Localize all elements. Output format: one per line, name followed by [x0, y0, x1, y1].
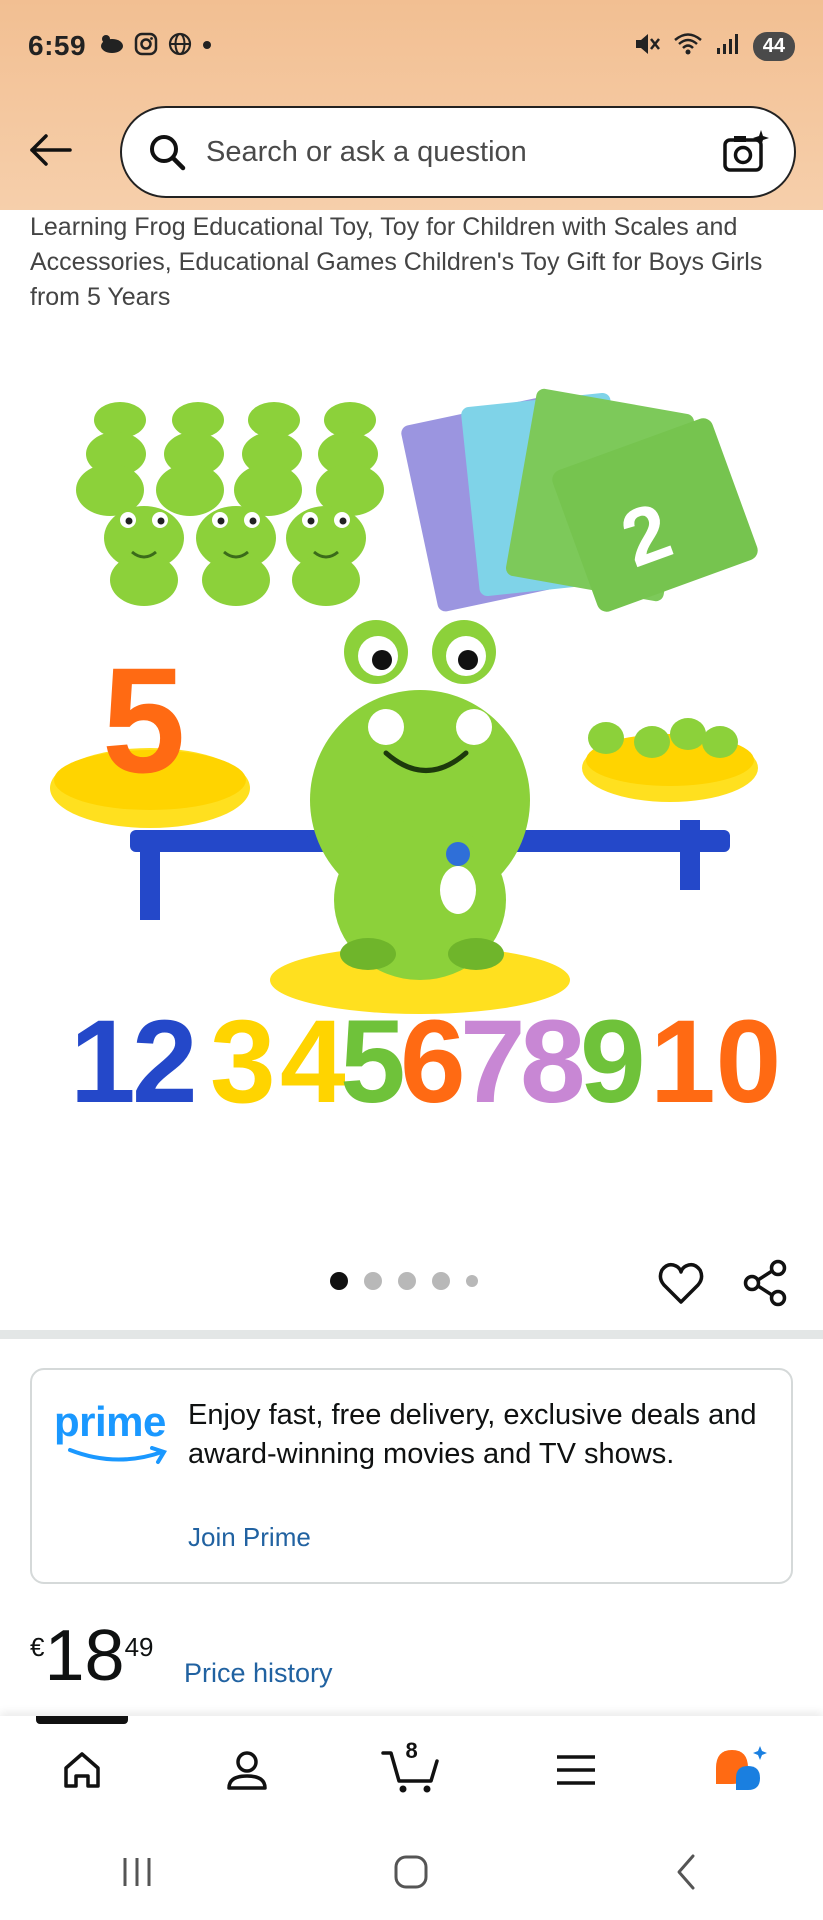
image-number-4: 4 — [280, 996, 346, 1128]
nav-menu[interactable] — [536, 1730, 616, 1810]
carousel-dot-3[interactable] — [398, 1272, 416, 1290]
home-icon — [64, 1752, 101, 1788]
prime-logo-text: prime — [54, 1398, 166, 1445]
person-icon — [227, 1751, 267, 1790]
cloud-notification-icon — [98, 33, 124, 60]
scale-number-text: 5 — [102, 636, 185, 804]
search-row — [0, 100, 823, 200]
price-fraction: 49 — [124, 1632, 154, 1662]
image-number-5: 5 — [340, 996, 406, 1128]
hamburger-menu-icon — [557, 1755, 596, 1785]
home-square-icon — [394, 1855, 428, 1889]
price: € 18 49 — [30, 1620, 153, 1692]
carousel-dot-4[interactable] — [432, 1272, 450, 1290]
recent-apps-button[interactable] — [102, 1837, 172, 1907]
price-history-link[interactable]: Price history — [184, 1658, 333, 1689]
more-notifications-dot-icon — [202, 37, 212, 55]
nav-cart[interactable]: 8 — [371, 1730, 451, 1810]
carousel-dot-1[interactable] — [330, 1272, 348, 1290]
prime-promo-card[interactable]: prime Enjoy fast, free delivery, exclusi… — [30, 1368, 793, 1584]
cart-count-badge: 8 — [405, 1738, 418, 1763]
carousel-dot-5[interactable] — [466, 1275, 478, 1287]
system-navigation-bar — [0, 1824, 823, 1920]
carousel-dot-2[interactable] — [364, 1272, 382, 1290]
product-title[interactable]: Learning Frog Educational Toy, Toy for C… — [30, 210, 790, 315]
bottom-navigation: 8 — [0, 1716, 823, 1824]
instagram-icon — [134, 32, 158, 61]
camera-sparkle-icon — [723, 130, 769, 172]
search-icon — [144, 129, 190, 175]
globe-icon — [168, 32, 192, 61]
back-system-button[interactable] — [651, 1837, 721, 1907]
price-whole: 18 — [44, 1616, 125, 1696]
image-number-10: 10 — [650, 996, 781, 1128]
share-icon — [743, 1259, 787, 1307]
image-number-8: 8 — [520, 996, 586, 1128]
active-tab-indicator — [36, 1716, 128, 1724]
image-number-3: 3 — [210, 996, 276, 1128]
header: 6:59 44 — [0, 0, 823, 210]
recents-icon — [123, 1858, 151, 1886]
nav-home[interactable] — [42, 1730, 122, 1810]
prime-logo: prime — [54, 1398, 184, 1468]
product-image[interactable]: 2 5 1 2 3 4 5 6 7 8 9 10 — [40, 380, 784, 1140]
price-currency: € — [30, 1632, 45, 1662]
home-system-button[interactable] — [376, 1837, 446, 1907]
wishlist-button[interactable] — [656, 1258, 706, 1308]
image-carousel-indicator — [330, 1272, 478, 1290]
image-number-2: 2 — [132, 996, 198, 1128]
heart-icon — [658, 1262, 704, 1304]
battery-indicator: 44 — [752, 31, 795, 61]
system-status: 44 — [633, 31, 795, 62]
image-number-9: 9 — [580, 996, 646, 1128]
status-bar: 6:59 44 — [0, 0, 823, 92]
prime-description: Enjoy fast, free delivery, exclusive dea… — [188, 1399, 757, 1470]
join-prime-link[interactable]: Join Prime — [188, 1522, 311, 1553]
image-number-6: 6 — [400, 996, 466, 1128]
prime-smile-icon — [68, 1446, 167, 1464]
nav-account[interactable] — [207, 1730, 287, 1810]
signal-icon — [715, 32, 741, 61]
image-number-1: 1 — [70, 996, 136, 1128]
section-divider — [0, 1330, 823, 1339]
status-time: 6:59 — [28, 30, 87, 61]
nav-rufus-assistant[interactable] — [701, 1730, 781, 1810]
number-strip: 1 2 3 4 5 6 7 8 9 10 — [70, 996, 781, 1128]
arrow-left-icon — [30, 134, 72, 166]
back-button[interactable] — [20, 120, 80, 180]
notification-icons — [98, 32, 212, 61]
camera-search-button[interactable] — [718, 125, 772, 179]
image-number-7: 7 — [460, 996, 526, 1128]
search-bar[interactable] — [120, 106, 796, 198]
assistant-icon — [715, 1746, 767, 1790]
wifi-icon — [673, 31, 703, 62]
search-input[interactable] — [206, 135, 676, 169]
mute-icon — [633, 31, 661, 62]
chevron-left-icon — [677, 1854, 695, 1890]
share-button[interactable] — [740, 1258, 790, 1308]
